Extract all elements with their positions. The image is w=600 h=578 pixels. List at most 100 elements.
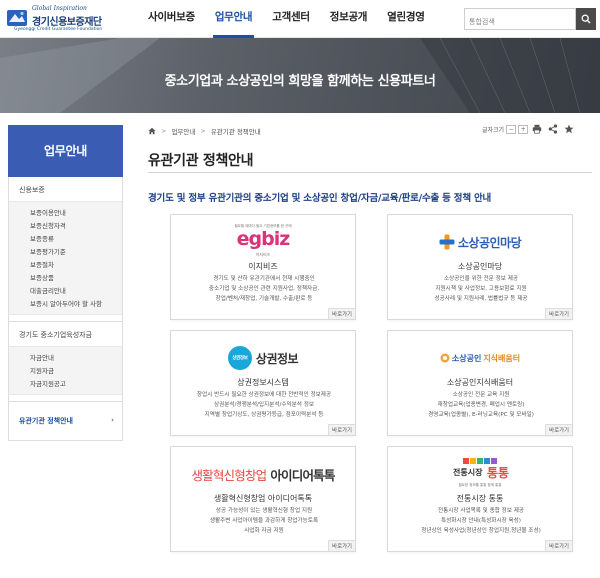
search-field[interactable] (464, 8, 576, 32)
card-description: 경기도 및 산하 유관기관에서 현재 시행중인 중소기업 및 소상공인 관련 지… (177, 274, 351, 304)
sidebar-subitem[interactable]: 보증이용안내 (9, 206, 122, 219)
card-description-line: 소상공인 전문 교육 지원 (452, 392, 510, 398)
sidebar-subitem[interactable]: 자금안내 (9, 351, 122, 364)
print-button[interactable] (530, 122, 544, 136)
search-button[interactable] (576, 8, 596, 30)
font-increase-button[interactable]: + (518, 124, 529, 134)
card-description-line: 생활주변 사업아이템을 과감하게 창업가능토록 (209, 518, 319, 524)
sidebar-group-current: 유관기관 정책안내 › (9, 401, 122, 440)
sidebar-subitem[interactable]: 보증시 알아두어야 할 사항 (9, 297, 122, 310)
card-title: 상권정보시스템 (237, 378, 289, 387)
egbiz-logo-subtext: 이지비즈 (255, 252, 271, 257)
home-icon[interactable] (148, 127, 156, 135)
breadcrumb-separator: > (200, 127, 206, 135)
page-subtitle: 경기도 및 정부 유관기관의 중소기업 및 소상공인 창업/자금/교육/판로/수… (148, 193, 492, 204)
knowledge-center-logo-text-b: 지식배움터 (483, 353, 521, 363)
sidebar: 업무안내 신용보증 보증이용안내 보증신청자격 보증종류 보증평가기준 보증절차… (8, 125, 123, 441)
card-description-line: 창업시 반드시 필요한 상권정보에 대한 전반적인 정보제공 (196, 392, 332, 398)
card-description-line: 중소기업 및 소상공인 관련 지원사업, 정책자금, (208, 286, 320, 292)
breadcrumb-item: 유관기관 정책안내 (210, 128, 261, 136)
card-idea-toktok[interactable]: 생활혁신형창업 아이디어톡톡 생활혁신형창업 아이디어톡톡 성공 가능성이 있는… (170, 446, 356, 552)
card-knowledge-center[interactable]: 소상공인 지식배움터 소상공인지식배움터 소상공인 전문 교육 지원 재창업교육… (387, 330, 573, 436)
card-go-button[interactable]: 바로가기 (328, 424, 355, 435)
card-description: 소상공인 전문 교육 지원 재창업교육(업종변경, 폐업시 멘토링) 경영교육(… (394, 390, 568, 420)
sidebar-subitem[interactable]: 보증절차 (9, 258, 122, 271)
card-description-line: 소상공인을 위한 전문 정보 제공 (443, 276, 518, 282)
search-input[interactable] (465, 12, 575, 32)
nav-item-cyber-guarantee[interactable]: 사이버보증 (138, 0, 205, 38)
sidebar-title: 업무안내 (8, 125, 123, 177)
nav-item-information-disclosure[interactable]: 정보공개 (320, 0, 377, 38)
brand-tagline: Global Inspiration (32, 5, 87, 12)
idea-toktok-logo-text-a: 생활혁신형창업 (191, 467, 267, 483)
card-description: 창업시 반드시 필요한 상권정보에 대한 전반적인 정보제공 상권분석/경쟁분석… (177, 390, 351, 420)
breadcrumb-item[interactable]: 업무안내 (171, 126, 195, 136)
sanggwon-info-logo-text: 상권정보 (255, 351, 299, 366)
sidebar-subitem[interactable]: 보증평가기준 (9, 245, 122, 258)
site-logo[interactable]: Global Inspiration 경기신용보증재단 Gyeonggi Cre… (6, 3, 118, 33)
search-icon (581, 14, 591, 24)
card-go-button[interactable]: 바로가기 (545, 540, 572, 551)
sidebar-subitem[interactable]: 자금지원공고 (9, 377, 122, 390)
sidebar-group-sme-fund: 경기도 중소기업육성자금 자금안내 지원자금 자금지원공고 (9, 321, 122, 401)
sidebar-subitem[interactable]: 보증종류 (9, 232, 122, 245)
card-description-line: 성공 가능성이 있는 생활혁신형 창업 지원 (215, 508, 313, 514)
brand-english-name: Gyeonggi Credit Guarantee Foundation (14, 27, 103, 32)
share-button[interactable] (546, 122, 560, 136)
card-description-line: 지역별 창업기상도, 상권평가등급, 점포이력분석 등 (204, 412, 324, 418)
sidebar-subitem[interactable]: 지원자금 (9, 364, 122, 377)
sanggwon-badge: 상권정보 (227, 346, 252, 370)
card-title: 소상공인지식배움터 (446, 378, 514, 387)
card-sanggwon-info[interactable]: 상권정보 상권정보 상권정보시스템 창업시 반드시 필요한 상권정보에 대한 전… (170, 330, 356, 436)
font-decrease-button[interactable]: − (506, 124, 517, 134)
nav-item-open-management[interactable]: 열린경영 (377, 0, 434, 38)
sosanggongin-plus-icon (439, 234, 455, 250)
sanggwon-badge-text: 상권정보 (232, 356, 248, 361)
card-description-line: 사업화 자금 지원 (244, 528, 284, 534)
card-description-line: 상권분석/경쟁분석/입지분석/수익분석 정보 (213, 402, 315, 408)
market-tongtong-logo-text-a: 전통시장 (453, 468, 483, 477)
title-divider (148, 172, 592, 173)
sidebar-item-policy-guide[interactable]: 유관기관 정책안내 › (9, 408, 122, 434)
sidebar-item-label: 유관기관 정책안내 (19, 417, 73, 425)
card-go-button[interactable]: 바로가기 (545, 424, 572, 435)
sidebar-item-credit-guarantee[interactable]: 신용보증 (9, 183, 122, 201)
card-title: 생활혁신형창업 아이디어톡톡 (213, 494, 313, 503)
sidebar-submenu: 자금안내 지원자금 자금지원공고 (9, 346, 122, 395)
banner-slogan: 중소기업과 소상공인의 희망을 함께하는 신용파트너 (164, 74, 436, 89)
market-tongtong-logo-tagline: 필요한 정보를 통통 함께 통통 (458, 483, 502, 487)
card-egbiz[interactable]: 필요할 때마다 필요 기업정보를 한 곳에 egbiz 이지비즈 이지비즈 경기… (170, 214, 356, 320)
page-tools: 글자크기 − + (482, 122, 576, 136)
font-size-label: 글자크기 (482, 126, 505, 134)
sanggwon-info-logo: 상권정보 상권정보 (171, 339, 355, 377)
sidebar-submenu: 보증이용안내 보증신청자격 보증종류 보증평가기준 보증절차 보증상품 대출금리… (9, 201, 122, 315)
sosanggongin-madang-logo-text: 소상공인마당 (457, 235, 522, 250)
sosanggongin-madang-logo: 소상공인마당 (388, 223, 572, 261)
main-nav: 사이버보증 업무안내 고객센터 정보공개 열린경영 (138, 0, 435, 38)
sidebar-group-credit-guarantee: 신용보증 보증이용안내 보증신청자격 보증종류 보증평가기준 보증절차 보증상품… (9, 177, 122, 321)
card-description-line: 성공사례 및 지원사례, 법률법규 등 제공 (434, 296, 528, 302)
sidebar-subitem[interactable]: 대출금리안내 (9, 284, 122, 297)
card-description-line: 경기도 및 산하 유관기관에서 현재 시행중인 (213, 276, 315, 282)
chevron-right-icon: › (111, 416, 114, 424)
favorite-button[interactable] (562, 122, 576, 136)
sidebar-subitem[interactable]: 보증상품 (9, 271, 122, 284)
card-go-button[interactable]: 바로가기 (328, 540, 355, 551)
card-go-button[interactable]: 바로가기 (545, 308, 572, 319)
card-description-line: 청년상인 육성사업(청년상인 창업지원,청년몰 조성) (421, 528, 541, 534)
card-go-button[interactable]: 바로가기 (328, 308, 355, 319)
idea-toktok-logo: 생활혁신형창업 아이디어톡톡 (171, 455, 355, 493)
egbiz-logo: 필요할 때마다 필요 기업정보를 한 곳에 egbiz 이지비즈 (171, 223, 355, 261)
knowledge-center-logo-text-a: 소상공인 (451, 353, 482, 363)
sidebar-item-sme-fund[interactable]: 경기도 중소기업육성자금 (9, 328, 122, 346)
sidebar-subitem[interactable]: 보증신청자격 (9, 219, 122, 232)
foundation-logo-icon (7, 10, 27, 26)
nav-item-customer-center[interactable]: 고객센터 (262, 0, 319, 38)
card-sosanggongin-madang[interactable]: 소상공인마당 소상공인마당 소상공인을 위한 전문 정보 제공 지원시책 및 사… (387, 214, 573, 320)
card-description-line: 재창업교육(업종변경, 폐업시 멘토링) (437, 402, 525, 408)
card-market-tongtong[interactable]: 전통시장 통통 필요한 정보를 통통 함께 통통 전통시장 통통 전통시장 사업… (387, 446, 573, 552)
card-description: 성공 가능성이 있는 생활혁신형 창업 지원 생활주변 사업아이템을 과감하게 … (177, 506, 351, 536)
nav-item-business-guide[interactable]: 업무안내 (205, 0, 262, 38)
egbiz-logo-text: egbiz (236, 228, 291, 250)
card-description-line: 경영교육(업종별), E-러닝교육(PC 및 모바일) (428, 412, 534, 418)
